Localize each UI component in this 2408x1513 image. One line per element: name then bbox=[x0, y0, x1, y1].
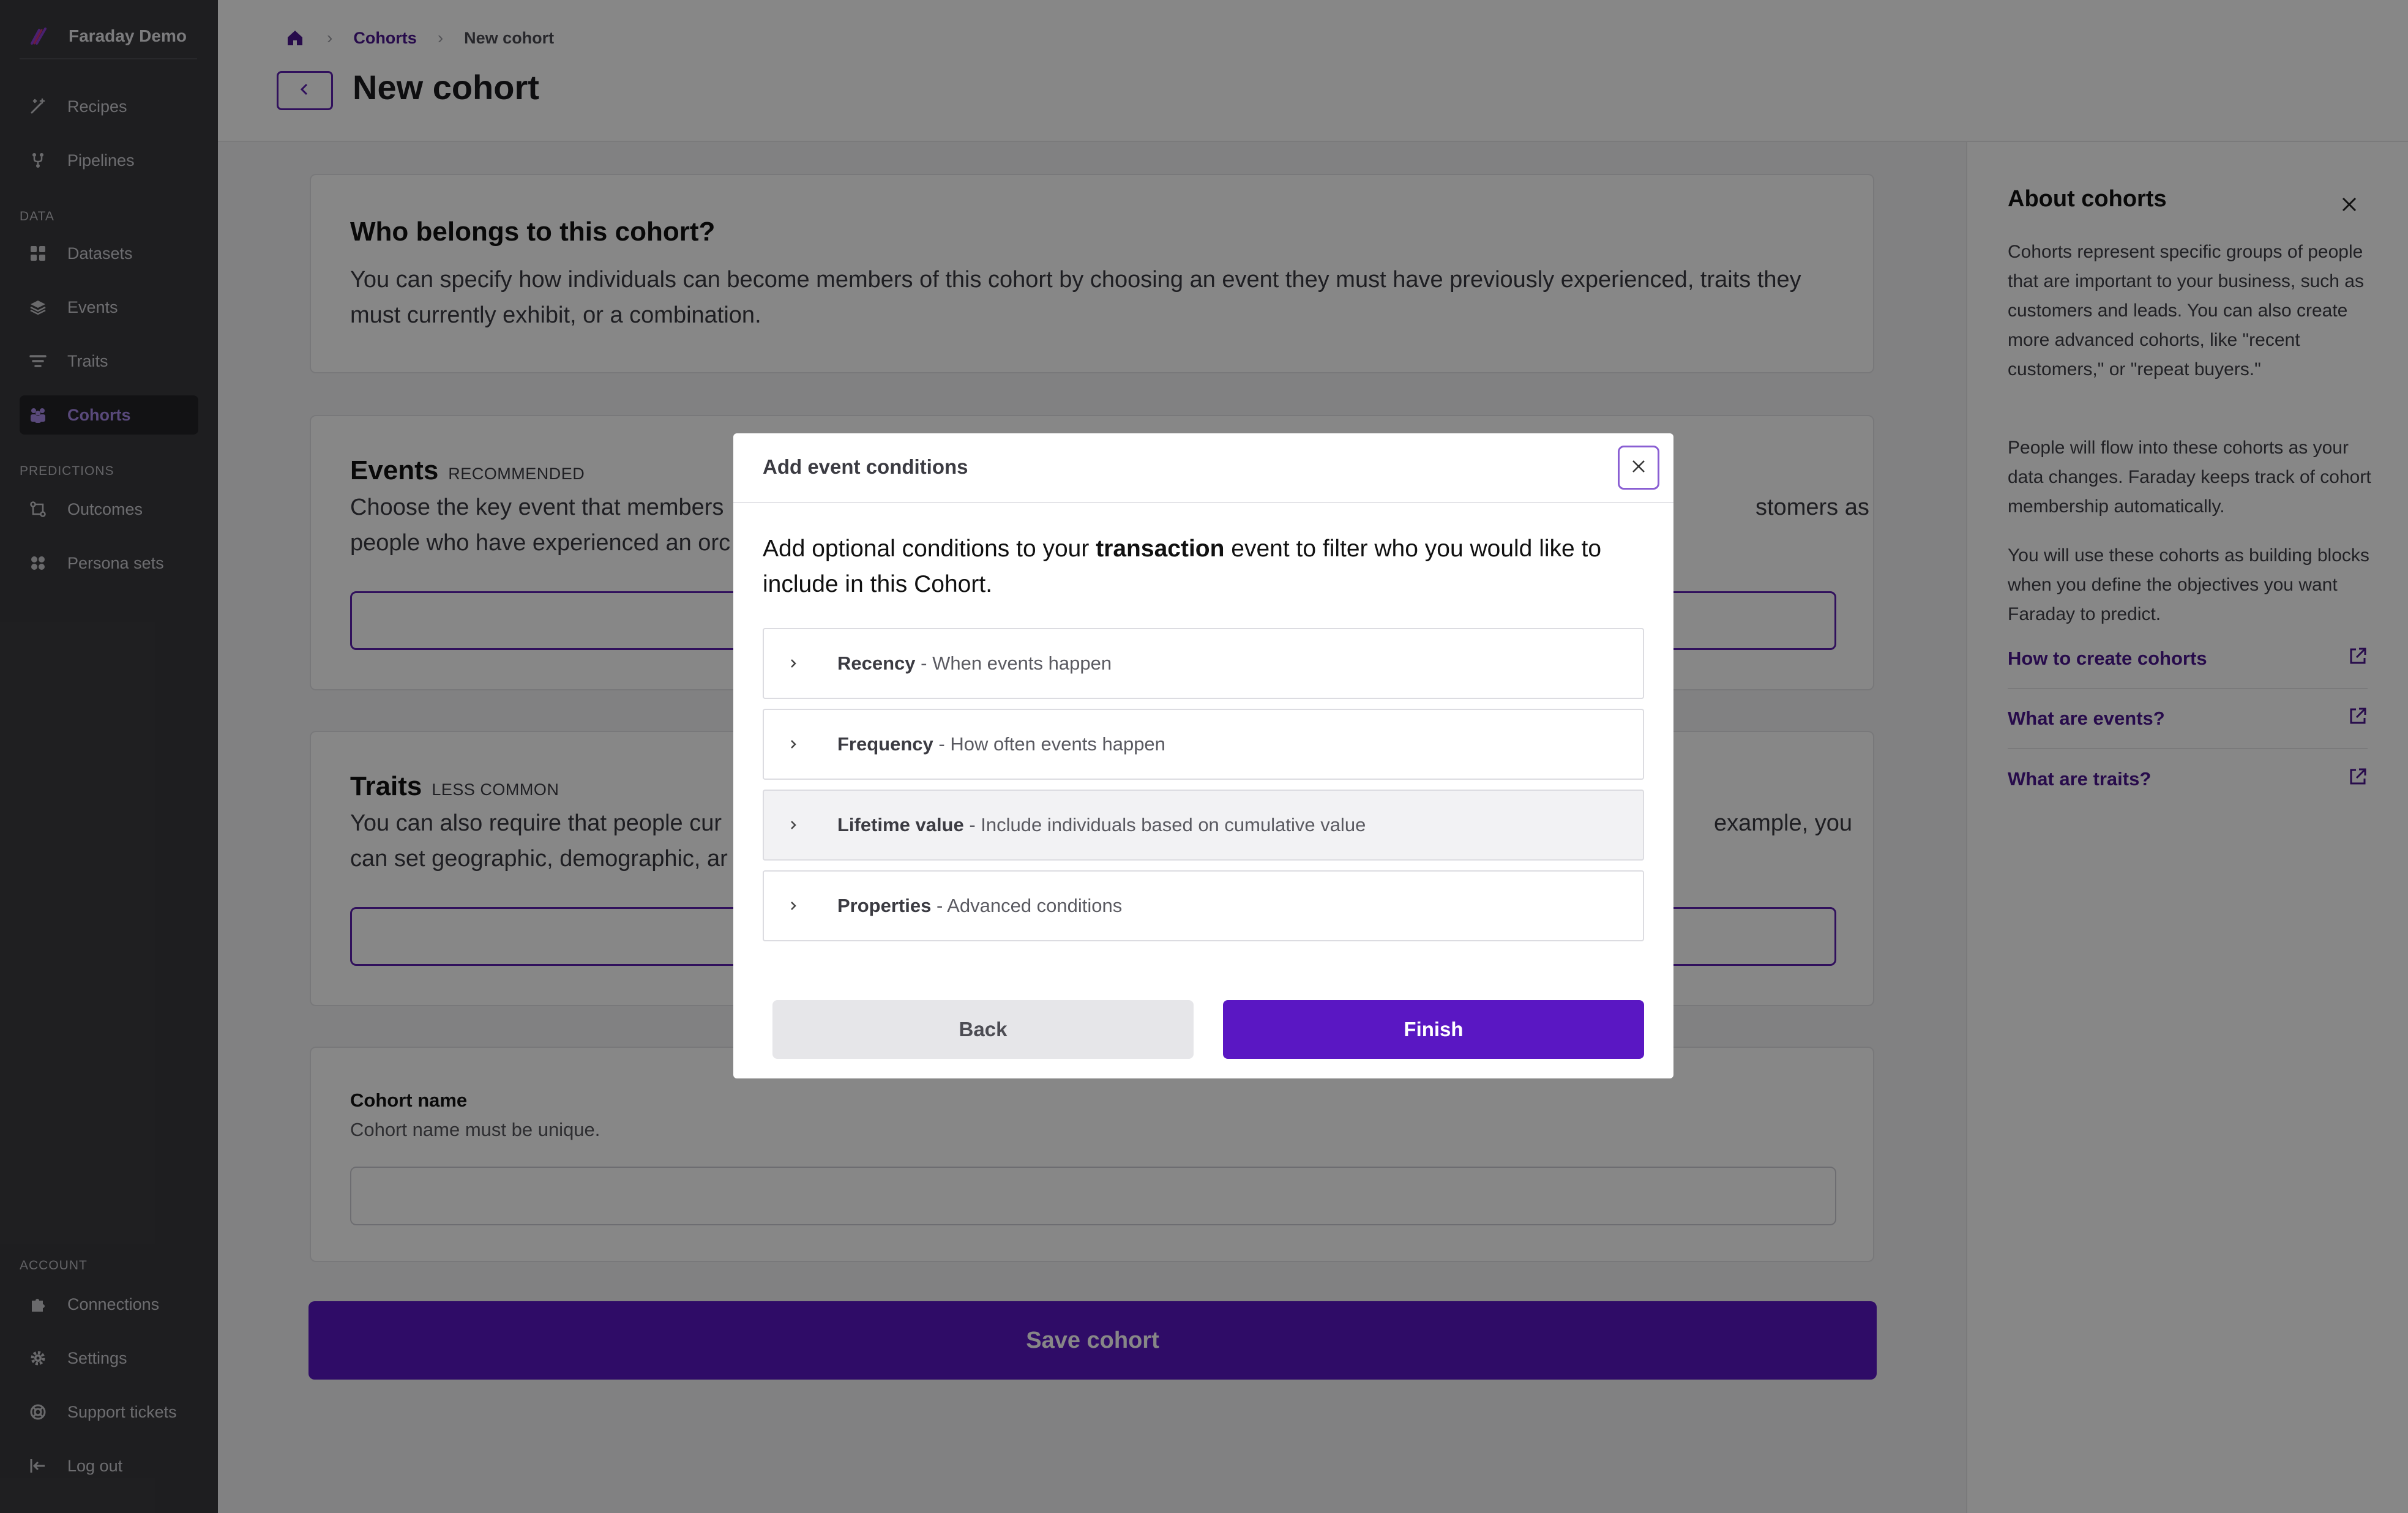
chevron-right-icon bbox=[782, 814, 804, 836]
modal-intro: Add optional conditions to your transact… bbox=[763, 536, 1602, 597]
event-name: transaction bbox=[1096, 536, 1225, 562]
accordion-desc: - How often events happen bbox=[933, 733, 1165, 755]
modal-header: Add event conditions bbox=[733, 433, 1673, 503]
add-event-conditions-modal: Add event conditions Add optional condit… bbox=[733, 433, 1673, 1078]
accordion-frequency[interactable]: Frequency - How often events happen bbox=[763, 709, 1644, 780]
accordion-name: Frequency bbox=[837, 733, 933, 755]
accordion-desc: - When events happen bbox=[915, 652, 1112, 674]
accordion-desc: - Advanced conditions bbox=[931, 895, 1123, 916]
accordion-properties[interactable]: Properties - Advanced conditions bbox=[763, 870, 1644, 941]
close-icon bbox=[1629, 457, 1648, 479]
accordion-name: Recency bbox=[837, 652, 916, 674]
chevron-right-icon bbox=[782, 733, 804, 755]
accordion-lifetime-value[interactable]: Lifetime value - Include individuals bas… bbox=[763, 790, 1644, 861]
finish-button[interactable]: Finish bbox=[1223, 1000, 1644, 1059]
chevron-right-icon bbox=[782, 652, 804, 674]
accordion-name: Lifetime value bbox=[837, 814, 964, 835]
chevron-right-icon bbox=[782, 895, 804, 917]
modal-close-button[interactable] bbox=[1618, 446, 1659, 490]
accordion-name: Properties bbox=[837, 895, 932, 916]
modal-title: Add event conditions bbox=[763, 455, 968, 478]
accordion-desc: - Include individuals based on cumulativ… bbox=[963, 814, 1366, 835]
back-button[interactable]: Back bbox=[772, 1000, 1194, 1059]
accordion-recency[interactable]: Recency - When events happen bbox=[763, 628, 1644, 699]
